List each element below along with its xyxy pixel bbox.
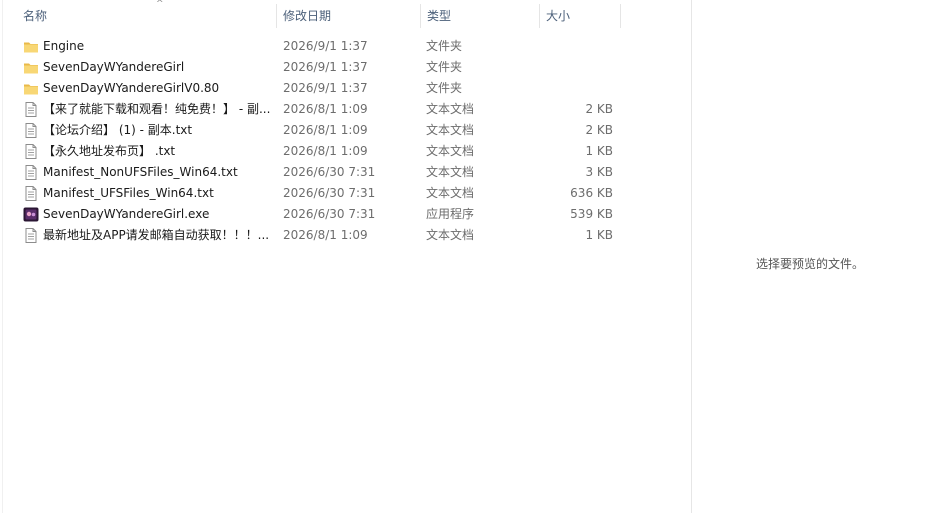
file-type: 文本文档	[426, 144, 475, 158]
file-row[interactable]: SevenDayWYandereGirl.exe 2026/6/30 7:31 应用…	[3, 204, 690, 225]
file-name: Manifest_NonUFSFiles_Win64.txt	[43, 165, 238, 179]
preview-pane: 选择要预览的文件。	[692, 0, 928, 513]
file-size: 1 KB	[585, 144, 613, 158]
file-name: SevenDayWYandereGirl	[43, 60, 185, 74]
file-size: 2 KB	[585, 123, 613, 137]
text-file-icon	[23, 165, 39, 180]
file-size: 3 KB	[585, 165, 613, 179]
file-date: 2026/8/1 1:09	[283, 228, 368, 242]
file-row[interactable]: Engine 2026/9/1 1:37 文件夹	[3, 36, 690, 57]
file-date: 2026/8/1 1:09	[283, 144, 368, 158]
column-header-date-label: 修改日期	[283, 9, 332, 23]
file-date: 2026/8/1 1:09	[283, 102, 368, 116]
file-row[interactable]: 【永久地址发布页】 .txt 2026/8/1 1:09 文本文档 1 KB	[3, 141, 690, 162]
file-row[interactable]: SevenDayWYandereGirlV0.80 2026/9/1 1:37 文件…	[3, 78, 690, 99]
folder-icon	[23, 81, 39, 96]
file-date: 2026/9/1 1:37	[283, 39, 368, 53]
file-icon-cell	[23, 141, 41, 162]
file-row[interactable]: 【来了就能下载和观看！纯免费！】 - 副... 2026/8/1 1:09 文本文档…	[3, 99, 690, 120]
file-list: Engine 2026/9/1 1:37 文件夹 SevenDayWYandereGi…	[3, 36, 690, 246]
file-size	[543, 57, 613, 78]
file-row[interactable]: SevenDayWYandereGirl 2026/9/1 1:37 文件夹	[3, 57, 690, 78]
file-size: 1 KB	[585, 228, 613, 242]
column-header-size-label: 大小	[546, 9, 571, 23]
file-type: 文本文档	[426, 165, 475, 179]
file-name: SevenDayWYandereGirlV0.80	[43, 81, 220, 95]
file-date: 2026/6/30 7:31	[283, 207, 376, 221]
file-type: 文件夹	[426, 81, 463, 95]
column-header-name-label: 名称	[23, 9, 48, 23]
file-icon-cell	[23, 120, 41, 141]
file-icon-cell	[23, 57, 41, 78]
file-size: 2 KB	[585, 102, 613, 116]
text-file-icon	[23, 123, 39, 138]
file-type: 文件夹	[426, 39, 463, 53]
column-header-name[interactable]: 名称 ^	[17, 0, 275, 32]
column-header-date[interactable]: 修改日期	[277, 0, 420, 32]
file-icon-cell	[23, 78, 41, 99]
file-icon-cell	[23, 162, 41, 183]
file-type: 文本文档	[426, 123, 475, 137]
column-header-size[interactable]: 大小	[540, 0, 620, 32]
file-date: 2026/6/30 7:31	[283, 186, 376, 200]
file-date: 2026/8/1 1:09	[283, 123, 368, 137]
file-row[interactable]: 最新地址及APP请发邮箱自动获取！！！... 2026/8/1 1:09 文本文档 1…	[3, 225, 690, 246]
column-header-type-label: 类型	[427, 9, 452, 23]
file-icon-cell	[23, 225, 41, 246]
file-icon-cell	[23, 204, 41, 225]
file-type: 文件夹	[426, 60, 463, 74]
file-name: 最新地址及APP请发邮箱自动获取！！！...	[43, 228, 270, 242]
text-file-icon	[23, 228, 39, 243]
file-size	[543, 78, 613, 99]
file-list-pane: 名称 ^ 修改日期 类型 大小 Engine 2026/9/1 1:37 文件夹 Se…	[2, 0, 691, 513]
file-size: 636 KB	[570, 186, 613, 200]
file-name: 【永久地址发布页】 .txt	[43, 144, 176, 158]
file-name: Manifest_UFSFiles_Win64.txt	[43, 186, 214, 200]
file-icon-cell	[23, 99, 41, 120]
file-row[interactable]: 【论坛介绍】 (1) - 副本.txt 2026/8/1 1:09 文本文档 2 KB	[3, 120, 690, 141]
file-date: 2026/9/1 1:37	[283, 81, 368, 95]
text-file-icon	[23, 186, 39, 201]
file-icon-cell	[23, 36, 41, 57]
column-divider[interactable]	[620, 4, 621, 28]
file-name: SevenDayWYandereGirl.exe	[43, 207, 210, 221]
sort-ascending-icon: ^	[156, 0, 164, 9]
folder-icon	[23, 39, 39, 54]
file-type: 文本文档	[426, 186, 475, 200]
file-size: 539 KB	[570, 207, 613, 221]
preview-empty-message: 选择要预览的文件。	[755, 257, 864, 271]
folder-icon	[23, 60, 39, 75]
file-name: 【论坛介绍】 (1) - 副本.txt	[43, 123, 193, 137]
explorer-window: 名称 ^ 修改日期 类型 大小 Engine 2026/9/1 1:37 文件夹 Se…	[0, 0, 928, 513]
file-row[interactable]: Manifest_UFSFiles_Win64.txt 2026/6/30 7:3…	[3, 183, 690, 204]
file-date: 2026/6/30 7:31	[283, 165, 376, 179]
file-row[interactable]: Manifest_NonUFSFiles_Win64.txt 2026/6/30 …	[3, 162, 690, 183]
file-name: Engine	[43, 39, 85, 53]
text-file-icon	[23, 144, 39, 159]
column-header-type[interactable]: 类型	[421, 0, 539, 32]
file-icon-cell	[23, 183, 41, 204]
file-type: 文本文档	[426, 102, 475, 116]
file-type: 文本文档	[426, 228, 475, 242]
text-file-icon	[23, 102, 39, 117]
file-size	[543, 36, 613, 57]
app-icon	[23, 207, 39, 222]
file-type: 应用程序	[426, 207, 475, 221]
file-name: 【来了就能下载和观看！纯免费！】 - 副...	[43, 102, 271, 116]
column-header: 名称 ^ 修改日期 类型 大小	[3, 0, 690, 32]
file-date: 2026/9/1 1:37	[283, 60, 368, 74]
